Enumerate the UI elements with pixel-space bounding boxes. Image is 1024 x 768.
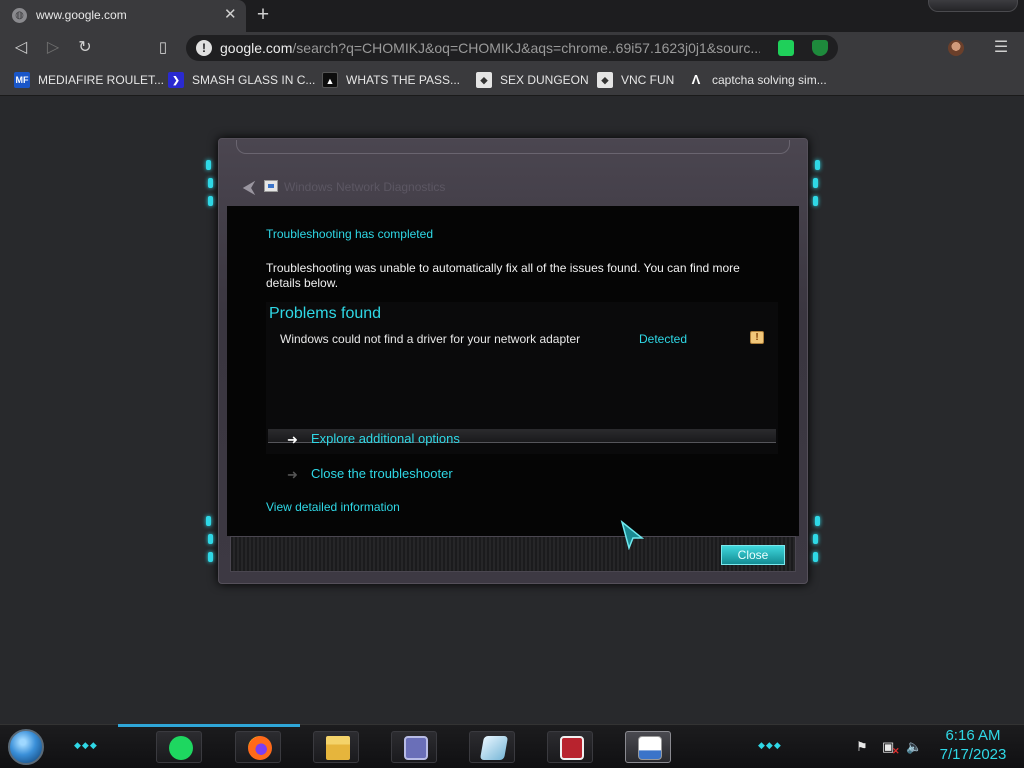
bookmark-label: SMASH GLASS IN C... <box>192 73 316 87</box>
close-button[interactable]: Close <box>721 545 785 565</box>
firefox-icon <box>248 736 272 760</box>
summary-text: Troubleshooting was unable to automatica… <box>266 261 740 290</box>
arrow-right-icon: ➜ <box>287 467 298 482</box>
taskbar-app-spotify[interactable] <box>156 731 202 763</box>
bookmark-item[interactable]: ◆ VNC FUN <box>597 72 674 88</box>
dialog-footer: Close <box>230 536 796 572</box>
id-card-icon <box>404 736 428 760</box>
window-top-trim <box>236 140 790 154</box>
browser-tabstrip: ◍ www.google.com ✕ + <box>0 0 1024 32</box>
glass-shard-icon <box>479 736 509 760</box>
url-path: /search?q=CHOMIKJ&oq=CHOMIKJ&aqs=chrome.… <box>292 40 760 56</box>
taskbar-app-id-card[interactable] <box>391 731 437 763</box>
action-center-flag-icon[interactable]: ⚑ <box>856 739 868 755</box>
address-url[interactable]: google.com/search?q=CHOMIKJ&oq=CHOMIKJ&a… <box>220 40 760 56</box>
bookmark-item[interactable]: Λ captcha solving sim... <box>688 72 827 88</box>
close-tab-icon[interactable]: ✕ <box>224 5 237 23</box>
site-info-icon[interactable]: ! <box>196 40 212 56</box>
led-decoration <box>813 196 818 206</box>
led-decoration: ◆◆◆ <box>758 740 782 750</box>
back-arrow-icon[interactable]: ⮜ <box>238 176 260 198</box>
led-decoration <box>813 534 818 544</box>
led-decoration <box>208 552 213 562</box>
led-decoration <box>815 516 820 526</box>
extension-shield-icon[interactable] <box>812 40 828 56</box>
led-decoration <box>206 160 211 170</box>
taskbar-app-news[interactable] <box>547 731 593 763</box>
forward-icon[interactable]: ▷ <box>42 37 64 59</box>
bookmark-item[interactable]: ◆ SEX DUNGEON <box>476 72 589 88</box>
led-decoration <box>208 196 213 206</box>
bookmarks-bar: MF MEDIAFIRE ROULET... ❯ SMASH GLASS IN … <box>0 64 1024 96</box>
file-explorer-icon <box>326 736 350 760</box>
chevron-icon: ❯ <box>168 72 184 88</box>
bookmark-item[interactable]: ▲ WHATS THE PASS... <box>322 72 460 88</box>
reload-icon[interactable]: ↻ <box>74 37 96 59</box>
mouse-cursor-icon <box>620 520 644 550</box>
arrow-right-icon: ➜ <box>287 432 298 447</box>
news-reader-icon <box>560 736 584 760</box>
problem-status: Detected <box>639 332 688 346</box>
problems-title: Problems found <box>269 305 382 322</box>
window-decoration <box>928 0 1018 12</box>
profile-avatar[interactable] <box>948 40 964 56</box>
close-troubleshooter-link[interactable]: Close the troubleshooter <box>311 466 453 481</box>
problem-description: Windows could not find a driver for your… <box>280 332 581 346</box>
extension-notes-icon[interactable] <box>778 40 794 56</box>
spotify-icon <box>169 736 193 760</box>
led-decoration <box>813 552 818 562</box>
tab-title: www.google.com <box>36 8 127 22</box>
bookmark-label: WHATS THE PASS... <box>346 73 461 87</box>
taskbar-app-firefox[interactable] <box>235 731 281 763</box>
menu-icon[interactable]: ☰ <box>990 37 1012 59</box>
url-domain: google.com <box>220 40 293 56</box>
bookmark-label: captcha solving sim... <box>712 73 827 87</box>
new-tab-button[interactable]: + <box>252 3 274 27</box>
network-diagnostics-icon <box>264 180 278 192</box>
network-diagnostics-icon <box>638 736 662 760</box>
address-bar[interactable]: ! google.com/search?q=CHOMIKJ&oq=CHOMIKJ… <box>186 35 838 61</box>
bookmark-item[interactable]: MF MEDIAFIRE ROULET... <box>14 72 164 88</box>
led-decoration <box>208 178 213 188</box>
led-decoration <box>813 178 818 188</box>
back-icon[interactable]: ◁ <box>10 37 32 59</box>
explore-additional-options-link[interactable]: Explore additional options <box>311 431 460 446</box>
led-decoration <box>815 160 820 170</box>
bookmark-label: SEX DUNGEON <box>500 73 589 87</box>
window-title: Windows Network Diagnostics <box>284 180 446 194</box>
taskbar-app-glass[interactable] <box>469 731 515 763</box>
bookmark-item[interactable]: ❯ SMASH GLASS IN C... <box>168 72 315 88</box>
start-button[interactable] <box>8 729 44 765</box>
network-diagnostics-window: ⮜ Windows Network Diagnostics Troublesho… <box>206 138 820 588</box>
led-decoration: ◆◆◆ <box>74 740 98 750</box>
browser-toolbar: ◁ ▷ ↻ ▯ ! google.com/search?q=CHOMIKJ&oq… <box>0 32 1024 64</box>
volume-icon[interactable]: 🔈 <box>906 739 922 755</box>
taskbar-accent <box>118 724 300 727</box>
vnc-icon: ◆ <box>476 72 492 88</box>
clock-date[interactable]: 7/17/2023 <box>934 746 1012 763</box>
globe-icon: ◍ <box>12 8 27 23</box>
dialog-content: Troubleshooting has completed Troublesho… <box>227 206 799 536</box>
led-decoration <box>208 534 213 544</box>
terminal-icon: ▲ <box>322 72 338 88</box>
vnc-icon: ◆ <box>597 72 613 88</box>
mediafire-icon: MF <box>14 72 30 88</box>
view-detailed-information-link[interactable]: View detailed information <box>266 500 400 514</box>
taskbar-app-network-diagnostics[interactable] <box>625 731 671 763</box>
network-error-icon: ✕ <box>892 746 900 756</box>
led-decoration <box>206 516 211 526</box>
bookmark-icon[interactable]: ▯ <box>152 37 174 59</box>
bookmark-label: MEDIAFIRE ROULET... <box>38 73 165 87</box>
browser-tab[interactable]: ◍ www.google.com ✕ <box>0 0 246 32</box>
clock-time[interactable]: 6:16 AM <box>938 727 1008 744</box>
bookmark-label: VNC FUN <box>621 73 675 87</box>
status-heading: Troubleshooting has completed <box>266 227 433 241</box>
caret-logo-icon: Λ <box>691 72 701 87</box>
warning-icon: ! <box>750 331 764 344</box>
taskbar-app-file-explorer[interactable] <box>313 731 359 763</box>
